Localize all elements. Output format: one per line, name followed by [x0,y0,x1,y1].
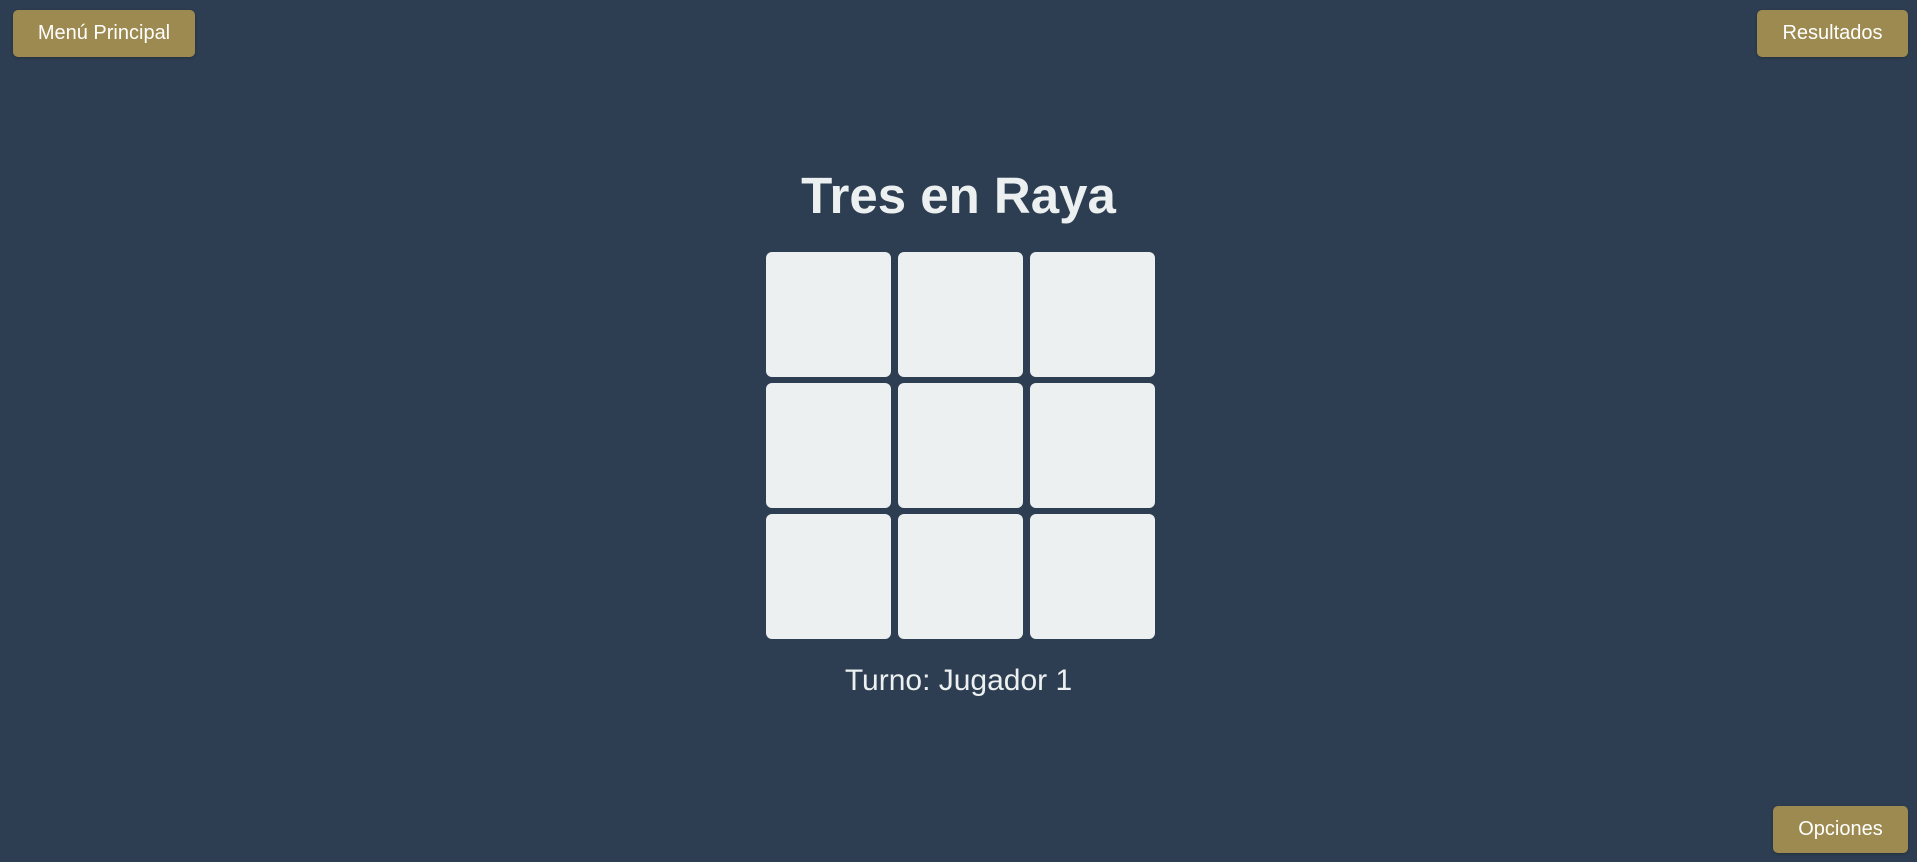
board-cell[interactable] [898,514,1023,639]
game-title: Tres en Raya [801,167,1116,224]
game-board [766,252,1155,639]
main-menu-button[interactable]: Menú Principal [13,10,195,57]
turn-indicator: Turno: Jugador 1 [0,663,1917,699]
board-cell[interactable] [766,383,891,508]
board-cell[interactable] [1030,383,1155,508]
board-cell[interactable] [898,252,1023,377]
turn-prefix: Turno: [844,664,939,697]
options-button[interactable]: Opciones [1773,806,1908,853]
current-player: Jugador 1 [938,664,1073,697]
board-cell[interactable] [1030,252,1155,377]
board-cell[interactable] [766,514,891,639]
results-button[interactable]: Resultados [1757,10,1908,57]
board-cell[interactable] [1030,514,1155,639]
board-cell[interactable] [898,383,1023,508]
board-cell[interactable] [766,252,891,377]
